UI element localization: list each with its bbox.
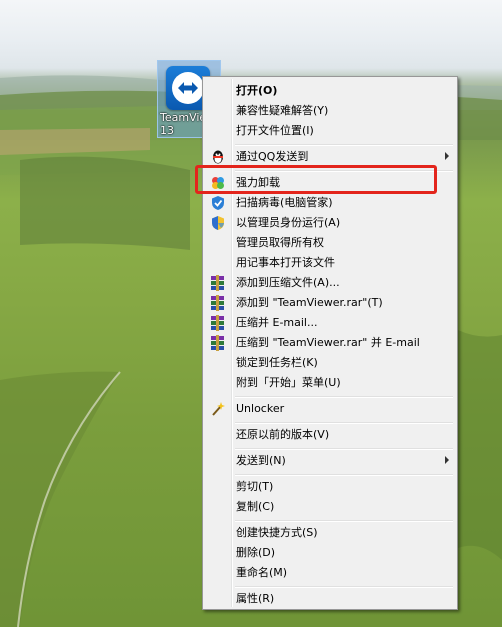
menu-item-label: 剪切(T) xyxy=(236,480,274,493)
menu-item-label: 添加到压缩文件(A)... xyxy=(236,276,340,289)
menu-item-send-via-qq[interactable]: 通过QQ发送到 xyxy=(205,147,455,167)
menu-item-label: 打开文件位置(I) xyxy=(236,124,314,137)
menu-item-label: 扫描病毒(电脑管家) xyxy=(236,196,333,209)
winrar-icon xyxy=(210,335,226,351)
menu-item-unlocker[interactable]: Unlocker xyxy=(205,399,455,419)
menu-item-rename[interactable]: 重命名(M) xyxy=(205,563,455,583)
menu-item-label: 附到「开始」菜单(U) xyxy=(236,376,341,389)
menu-separator xyxy=(235,474,453,476)
menu-item-label: 重命名(M) xyxy=(236,566,288,579)
menu-item-open-file-location[interactable]: 打开文件位置(I) xyxy=(205,121,455,141)
menu-item-label: 还原以前的版本(V) xyxy=(236,428,330,441)
menu-item-label: 发送到(N) xyxy=(236,454,286,467)
winrar-icon xyxy=(210,275,226,291)
menu-item-label: 压缩并 E-mail... xyxy=(236,316,318,329)
menu-separator xyxy=(235,144,453,146)
uac-shield-icon xyxy=(210,215,226,231)
menu-item-open[interactable]: 打开(O) xyxy=(205,81,455,101)
menu-item-label: 打开(O) xyxy=(236,84,278,97)
menu-separator xyxy=(235,422,453,424)
submenu-arrow-icon xyxy=(445,152,449,160)
menu-item-add-to-archive[interactable]: 添加到压缩文件(A)... xyxy=(205,273,455,293)
menu-item-label: Unlocker xyxy=(236,402,285,415)
menu-item-label: 通过QQ发送到 xyxy=(236,150,309,163)
menu-item-compress-and-email[interactable]: 压缩并 E-mail... xyxy=(205,313,455,333)
menu-item-label: 管理员取得所有权 xyxy=(236,236,324,249)
menu-separator xyxy=(235,396,453,398)
qq-icon xyxy=(210,149,226,165)
menu-item-properties[interactable]: 属性(R) xyxy=(205,589,455,609)
menu-item-label: 锁定到任务栏(K) xyxy=(236,356,318,369)
context-menu: 打开(O) 兼容性疑难解答(Y) 打开文件位置(I) 通过QQ发送到 强力卸载 xyxy=(202,76,458,610)
winrar-icon xyxy=(210,315,226,331)
winrar-icon xyxy=(210,295,226,311)
menu-item-open-with-notepad[interactable]: 用记事本打开该文件 xyxy=(205,253,455,273)
menu-item-send-to[interactable]: 发送到(N) xyxy=(205,451,455,471)
menu-item-create-shortcut[interactable]: 创建快捷方式(S) xyxy=(205,523,455,543)
menu-item-compat-troubleshoot[interactable]: 兼容性疑难解答(Y) xyxy=(205,101,455,121)
menu-separator xyxy=(235,586,453,588)
submenu-arrow-icon xyxy=(445,456,449,464)
menu-item-label: 添加到 "TeamViewer.rar"(T) xyxy=(236,296,383,309)
menu-item-compress-to-rar-and-email[interactable]: 压缩到 "TeamViewer.rar" 并 E-mail xyxy=(205,333,455,353)
menu-item-cut[interactable]: 剪切(T) xyxy=(205,477,455,497)
menu-item-copy[interactable]: 复制(C) xyxy=(205,497,455,517)
menu-item-label: 属性(R) xyxy=(236,592,275,605)
menu-item-scan-virus[interactable]: 扫描病毒(电脑管家) xyxy=(205,193,455,213)
menu-item-run-as-admin[interactable]: 以管理员身份运行(A) xyxy=(205,213,455,233)
menu-item-take-ownership[interactable]: 管理员取得所有权 xyxy=(205,233,455,253)
menu-item-label: 以管理员身份运行(A) xyxy=(236,216,341,229)
menu-item-delete[interactable]: 删除(D) xyxy=(205,543,455,563)
menu-item-pin-to-start-menu[interactable]: 附到「开始」菜单(U) xyxy=(205,373,455,393)
shield-scan-icon xyxy=(210,195,226,211)
wand-icon xyxy=(210,401,226,417)
menu-item-label: 压缩到 "TeamViewer.rar" 并 E-mail xyxy=(236,336,420,349)
menu-item-label: 用记事本打开该文件 xyxy=(236,256,335,269)
menu-separator xyxy=(235,448,453,450)
menu-item-restore-previous-versions[interactable]: 还原以前的版本(V) xyxy=(205,425,455,445)
menu-item-label: 删除(D) xyxy=(236,546,276,559)
highlight-box xyxy=(195,165,437,194)
menu-separator xyxy=(235,520,453,522)
menu-item-pin-to-taskbar[interactable]: 锁定到任务栏(K) xyxy=(205,353,455,373)
menu-item-label: 创建快捷方式(S) xyxy=(236,526,318,539)
menu-item-label: 兼容性疑难解答(Y) xyxy=(236,104,329,117)
menu-item-label: 复制(C) xyxy=(236,500,275,513)
menu-item-add-to-teamviewer-rar[interactable]: 添加到 "TeamViewer.rar"(T) xyxy=(205,293,455,313)
desktop-background: TeamViewer 13 打开(O) 兼容性疑难解答(Y) 打开文件位置(I)… xyxy=(0,0,502,627)
